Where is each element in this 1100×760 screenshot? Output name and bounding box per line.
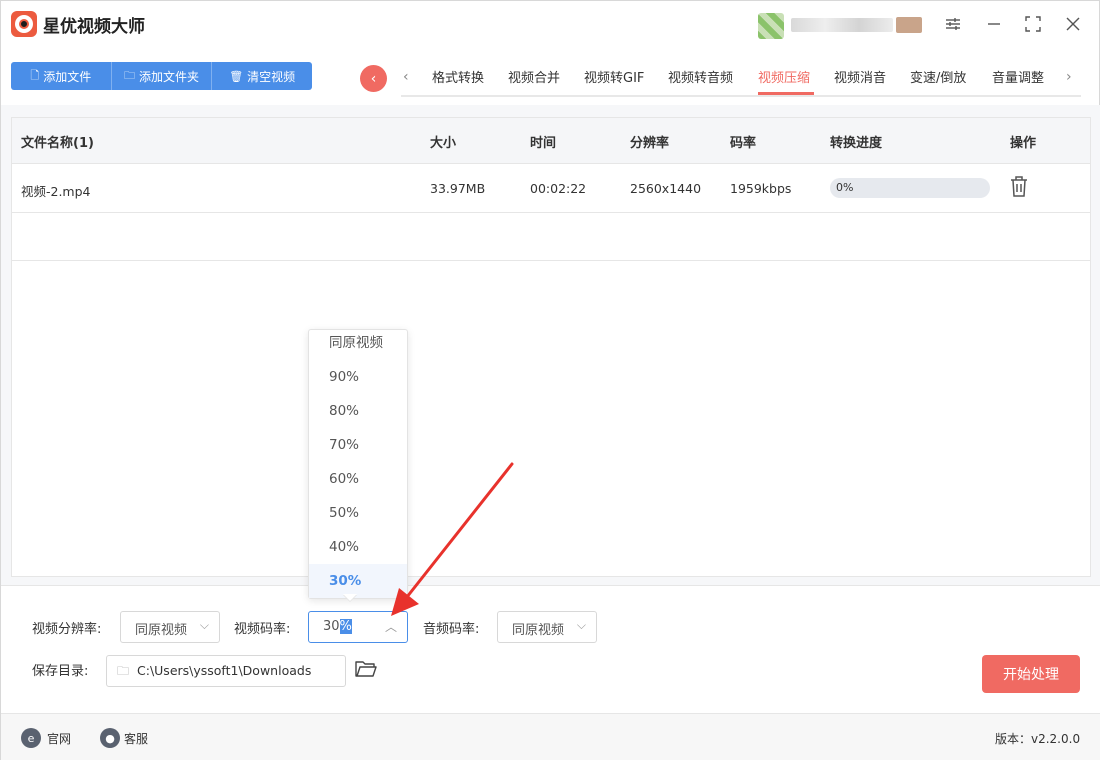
dropdown-option[interactable]: 80% <box>309 398 407 432</box>
add-file-button[interactable]: 🗋 添加文件 <box>11 62 112 90</box>
settings-icon[interactable] <box>941 12 965 36</box>
header-size: 大小 <box>430 136 457 151</box>
video-resolution-label: 视频分辨率: <box>32 622 102 637</box>
account-name-blurred[interactable] <box>791 18 893 32</box>
website-icon[interactable]: e <box>21 728 41 748</box>
video-bitrate-value[interactable]: 30% <box>323 619 352 634</box>
header-filename: 文件名称(1) <box>21 136 94 151</box>
support-link[interactable]: 客服 <box>124 730 148 747</box>
save-dir-value: C:\Users\yssoft1\Downloads <box>137 663 312 678</box>
chevron-down-icon: ⌵ <box>576 618 586 632</box>
tab-volume-adjust[interactable]: 音量调整 <box>992 67 1044 86</box>
vip-badge[interactable] <box>896 17 922 33</box>
row-size: 33.97MB <box>430 181 486 196</box>
browse-folder-icon[interactable] <box>355 659 377 679</box>
progress-text: 0% <box>836 181 854 194</box>
maximize-icon[interactable] <box>1021 12 1045 36</box>
tab-video-merge[interactable]: 视频合并 <box>508 67 560 86</box>
tab-speed-reverse[interactable]: 变速/倒放 <box>910 67 966 86</box>
row-time: 00:02:22 <box>530 181 587 196</box>
add-file-label: 添加文件 <box>43 69 92 84</box>
tabs-scroll-right-icon[interactable]: › <box>1066 69 1072 85</box>
bitrate-value-text: 30 <box>323 619 340 634</box>
header-resolution: 分辨率 <box>630 136 670 151</box>
clear-video-label: 清空视频 <box>247 69 296 84</box>
video-bitrate-label: 视频码率: <box>234 622 291 637</box>
folder-outline-icon: 🗀 <box>117 664 130 678</box>
add-folder-label: 添加文件夹 <box>139 69 200 84</box>
dropdown-caret <box>343 594 357 601</box>
close-icon[interactable] <box>1061 12 1085 36</box>
dropdown-option[interactable]: 90% <box>309 364 407 398</box>
website-link[interactable]: 官网 <box>47 730 71 747</box>
support-chat-icon[interactable]: ● <box>100 728 120 748</box>
user-avatar[interactable] <box>758 13 784 39</box>
tab-video-to-audio[interactable]: 视频转音频 <box>668 67 733 86</box>
annotation-arrow <box>391 462 514 616</box>
start-process-button[interactable]: 开始处理 <box>982 655 1080 693</box>
function-tabs: ‹ 格式转换 视频合并 视频转GIF 视频转音频 视频压缩 视频消音 变速/倒放… <box>401 59 1081 97</box>
row-filename: 视频-2.mp4 <box>21 184 91 199</box>
file-toolbar: 🗋 添加文件 🗀 添加文件夹 🗑 清空视频 <box>11 62 312 90</box>
add-folder-button[interactable]: 🗀 添加文件夹 <box>112 62 213 90</box>
row-resolution: 2560x1440 <box>630 181 702 196</box>
bitrate-value-selection: % <box>339 619 352 634</box>
row-bitrate: 1959kbps <box>730 181 792 196</box>
header-action: 操作 <box>1010 136 1037 151</box>
tab-format-convert[interactable]: 格式转换 <box>432 67 484 86</box>
save-dir-label: 保存目录: <box>32 664 89 679</box>
app-window: 星优视频大师 🗋 添加文件 🗀 添加文件夹 🗑 清空视频 ‹ ‹ 格式转换 视频… <box>0 0 1100 760</box>
trash-icon: 🗑 <box>229 69 244 83</box>
collapse-chevron-left-icon[interactable]: ‹ <box>360 65 387 92</box>
clear-video-button[interactable]: 🗑 清空视频 <box>212 62 312 90</box>
table-header: 文件名称(1) 大小 时间 分辨率 码率 转换进度 操作 <box>12 118 1090 164</box>
header-time: 时间 <box>530 136 557 151</box>
title-bar: 星优视频大师 <box>1 1 1100 51</box>
tab-video-to-gif[interactable]: 视频转GIF <box>584 67 644 86</box>
app-title: 星优视频大师 <box>43 17 145 37</box>
header-bitrate: 码率 <box>730 136 757 151</box>
header-progress: 转换进度 <box>830 136 883 151</box>
audio-bitrate-value: 同原视频 <box>512 623 565 638</box>
tabs-scroll-left-icon[interactable]: ‹ <box>403 69 409 85</box>
status-bar: e 官网 ● 客服 版本：v2.2.0.0 <box>1 713 1100 760</box>
tab-video-mute[interactable]: 视频消音 <box>834 67 886 86</box>
folder-icon: 🗀 <box>124 68 135 82</box>
file-icon: 🗋 <box>30 68 40 82</box>
settings-panel: 视频分辨率: 同原视频 ⌵ 视频码率: 30% ︿ 音频码率: 同原视频 ⌵ 保… <box>1 585 1100 713</box>
chevron-down-icon: ⌵ <box>199 618 209 632</box>
active-tab-indicator <box>758 92 814 95</box>
video-resolution-select[interactable]: 同原视频 ⌵ <box>120 611 220 643</box>
minimize-icon[interactable] <box>982 12 1006 36</box>
dropdown-option[interactable]: 同原视频 <box>309 330 407 364</box>
conversion-progress-bar: 0% <box>830 178 990 198</box>
video-resolution-value: 同原视频 <box>135 623 188 638</box>
save-dir-input[interactable]: 🗀 C:\Users\yssoft1\Downloads <box>106 655 346 687</box>
tab-video-compress[interactable]: 视频压缩 <box>758 67 810 86</box>
row-divider <box>12 212 1090 213</box>
version-text: 版本：v2.2.0.0 <box>995 732 1081 746</box>
delete-row-trash-icon[interactable] <box>1008 175 1030 199</box>
file-table: 文件名称(1) 大小 时间 分辨率 码率 转换进度 操作 视频-2.mp4 33… <box>11 117 1091 577</box>
row-divider <box>12 260 1090 261</box>
app-logo-icon <box>11 11 37 37</box>
